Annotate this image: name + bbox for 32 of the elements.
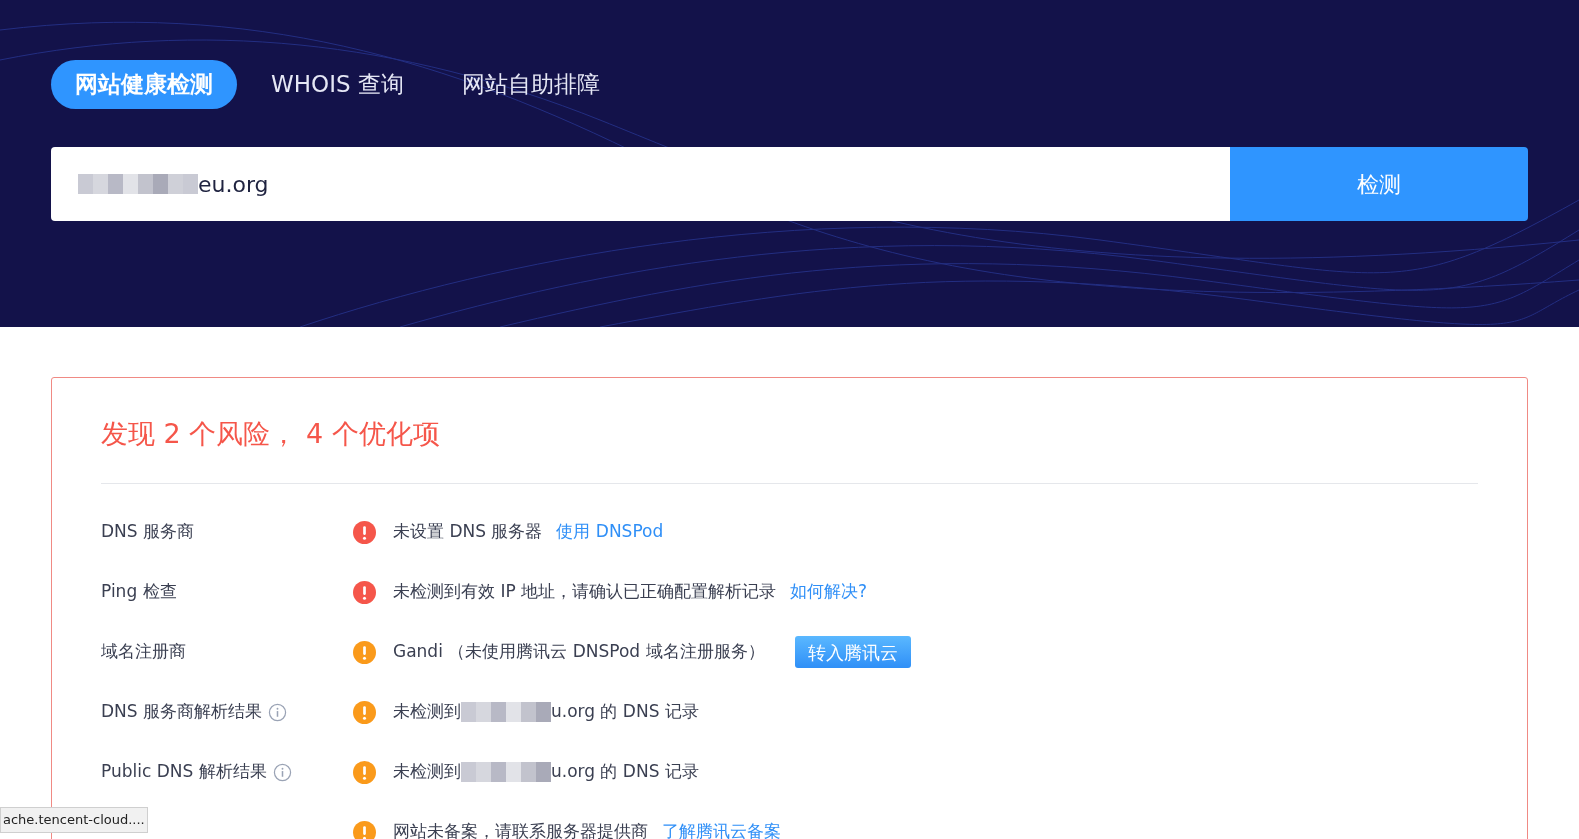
row-label: Public DNS 解析结果 [101, 760, 267, 784]
warning-icon [353, 820, 376, 839]
result-message: 未检测到 [393, 760, 461, 784]
row-label: Ping 检查 [101, 580, 177, 604]
result-message: u.org 的 DNS 记录 [551, 760, 699, 784]
error-icon [353, 520, 376, 544]
warning-icon [353, 760, 376, 784]
warning-icon [353, 700, 376, 724]
result-message: 未检测到有效 IP 地址，请确认已正确配置解析记录 [393, 580, 777, 604]
result-message: u.org 的 DNS 记录 [551, 700, 699, 724]
result-message: 未设置 DNS 服务器 [393, 520, 543, 544]
row-label: DNS 服务商 [101, 520, 194, 544]
row-label: DNS 服务商解析结果 [101, 700, 262, 724]
warning-icon [353, 640, 376, 664]
row-label: 域名注册商 [101, 640, 186, 664]
report-title: 发现 2 个风险， 4 个优化项 [101, 417, 441, 451]
help-link[interactable]: 如何解决? [790, 579, 868, 605]
search-field[interactable]: eu.org [51, 147, 1230, 221]
nav-tab[interactable]: 网站自助排障 [437, 60, 624, 109]
info-icon[interactable] [272, 762, 292, 782]
status-url: ache.tencent-cloud.... [0, 807, 148, 833]
error-icon [353, 580, 376, 604]
result-message: 网站未备案，请联系服务器提供商 [393, 820, 648, 839]
result-message: Gandi （未使用腾讯云 DNSPod 域名注册服务） [393, 640, 765, 664]
nav-tab[interactable]: WHOIS 查询 [247, 60, 428, 109]
nav-tab[interactable]: 网站健康检测 [51, 60, 237, 109]
help-link[interactable]: 了解腾讯云备案 [662, 819, 781, 839]
detect-button[interactable]: 检测 [1230, 147, 1528, 221]
transfer-button[interactable]: 转入腾讯云 [794, 636, 911, 668]
info-icon[interactable] [268, 702, 287, 722]
result-message: 未检测到 [393, 700, 461, 724]
help-link[interactable]: 使用 DNSPod [556, 519, 664, 545]
